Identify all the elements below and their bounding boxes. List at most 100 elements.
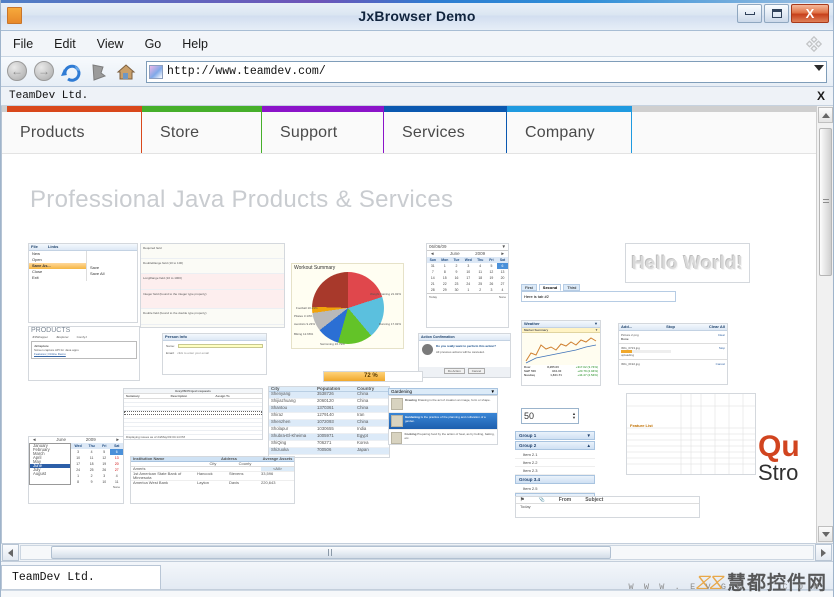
nav-item-support[interactable]: Support xyxy=(262,112,384,153)
spinner-down-icon[interactable]: ▼ xyxy=(572,416,576,420)
months-next-icon[interactable]: ► xyxy=(116,437,120,442)
calendar-date-value[interactable]: 06/06/09 xyxy=(429,244,447,249)
calendar-none-label[interactable]: None xyxy=(499,295,506,299)
address-bar[interactable]: http://www.teamdev.com/ xyxy=(146,60,827,83)
home-button[interactable] xyxy=(115,61,137,83)
accordion-group-2-chevron-icon[interactable]: ▲ xyxy=(587,443,591,448)
richlist-combo-chevron-icon[interactable]: ▼ xyxy=(491,389,495,394)
market-weather-collapse-icon[interactable]: ▼ xyxy=(594,322,598,326)
collage-spinner-screenshot[interactable]: 50 ▲ ▼ xyxy=(521,408,579,424)
collage-issues-screenshot[interactable]: GreyVM Project requests Summary Descript… xyxy=(123,388,263,440)
collage-progress-screenshot[interactable]: 72 % xyxy=(323,371,423,382)
person-email-value[interactable]: click to enter your email xyxy=(177,351,209,355)
calendar-today-label[interactable]: Today xyxy=(429,295,437,299)
issues-col-0[interactable]: Summary xyxy=(126,394,171,398)
accordion-group-2[interactable]: Group 2 ▲ xyxy=(515,441,595,450)
upload-row-1-action[interactable]: Stop xyxy=(719,346,725,357)
dialog-ok-button[interactable]: Do Action xyxy=(443,368,465,374)
chevron-down-icon[interactable] xyxy=(814,64,824,71)
horizontal-scroll-track[interactable] xyxy=(20,545,814,560)
upload-stop-button[interactable]: Stop xyxy=(666,325,675,329)
calendar-prev-icon[interactable]: ◄ xyxy=(430,251,434,256)
collage-hello-screenshot[interactable]: Hello World! xyxy=(625,243,750,283)
collage-person-screenshot[interactable]: Person Info Name: Email: click to enter … xyxy=(162,333,267,375)
menu-item-file[interactable]: File xyxy=(11,35,35,53)
scroll-right-button[interactable] xyxy=(815,544,832,561)
scroll-down-button[interactable] xyxy=(818,526,833,542)
horizontal-scrollbar[interactable] xyxy=(1,543,833,562)
richlist-item-gardening[interactable]: Gardening Is the practice of the plannin… xyxy=(389,413,497,430)
collage-calendar-screenshot[interactable]: 06/06/09 ▼ ◄ June 2009 ► Sun Mon Tue Wed… xyxy=(426,243,509,328)
horizontal-scroll-thumb[interactable] xyxy=(51,546,611,559)
tabs-shot-tab-third[interactable]: Third xyxy=(563,284,581,291)
collage-cities-screenshot[interactable]: City Population Country Shenyang 3538726 C… xyxy=(268,386,390,458)
collage-richlist-screenshot[interactable]: Gardening ▼ Drawing Drawing is the act o… xyxy=(388,388,498,445)
richlist-item-drawing[interactable]: Drawing Drawing is the act of creation a… xyxy=(389,396,497,413)
collage-upload-screenshot[interactable]: Add... Stop Clear All Picture 2.png Done… xyxy=(618,323,728,385)
market-panel-collapse-icon[interactable]: ▼ xyxy=(595,328,598,332)
reload-button[interactable] xyxy=(61,61,83,83)
collage-menu-screenshot[interactable]: File Links New Open Save As... Close Exi… xyxy=(28,243,138,323)
vertical-scrollbar[interactable] xyxy=(816,106,833,543)
accordion-item-22[interactable]: Item 2.2 xyxy=(515,459,595,467)
months-item-7[interactable]: August xyxy=(30,471,70,476)
collage-validation-screenshot[interactable]: Required field DoubleRange field (10 to … xyxy=(140,243,285,328)
collage-matrix-screenshot[interactable]: Feature List xyxy=(626,393,756,475)
accordion-group-1-chevron-icon[interactable]: ▼ xyxy=(587,433,591,438)
upload-add-button[interactable]: Add... xyxy=(621,325,632,329)
nav-item-products[interactable]: Products xyxy=(2,112,142,153)
tabs-shot-tab-first[interactable]: First xyxy=(521,284,537,291)
nav-item-store[interactable]: Store xyxy=(142,112,262,153)
collage-pie-chart-screenshot[interactable]: Workout Summary Football 10.29% Weight t… xyxy=(291,263,404,349)
upload-clear-button[interactable]: Clear All xyxy=(709,325,725,329)
calendar-grid[interactable]: Sun Mon Tue Wed Thu Fri Sat 31 1 2 3 4 5 6 789… xyxy=(427,257,508,293)
minimize-button[interactable] xyxy=(737,4,762,23)
accordion-group-1[interactable]: Group 1 ▼ xyxy=(515,431,595,440)
menu-item-edit[interactable]: Edit xyxy=(52,35,78,53)
scroll-up-button[interactable] xyxy=(818,107,833,123)
nav-item-company[interactable]: Company xyxy=(507,112,632,153)
banks-col-name[interactable]: Institution Name xyxy=(131,457,197,461)
collage-products-screenshot[interactable]: PRODUCTS JNIWrapper JExplorer ComfyJ JxC… xyxy=(28,326,140,381)
spinner-value[interactable]: 50 xyxy=(524,412,534,421)
back-button[interactable]: ← xyxy=(7,60,29,83)
calendar-dropdown-icon[interactable]: ▼ xyxy=(502,244,506,249)
menu-item-help[interactable]: Help xyxy=(180,35,210,53)
person-name-input[interactable] xyxy=(177,344,263,348)
banks-subcol-county[interactable]: County xyxy=(229,462,261,466)
months-calendar-grid[interactable]: Wed Thu Fri Sat 3456 10 11 12 13 17 18 19 20 24 25… xyxy=(71,443,123,485)
banks-col-assets[interactable]: Average Assets xyxy=(261,457,294,461)
upload-row-0-action[interactable]: Clear xyxy=(718,333,725,341)
calendar-next-icon[interactable]: ► xyxy=(501,251,505,256)
url-text[interactable]: http://www.teamdev.com/ xyxy=(167,65,326,78)
tab-teamdev[interactable]: TeamDev Ltd. xyxy=(1,90,88,102)
collage-banks-screenshot[interactable]: Institution Name Address Average Assets … xyxy=(130,456,295,504)
mail-group-today[interactable]: Today xyxy=(516,504,699,510)
mail-col-from[interactable]: From xyxy=(559,498,572,503)
issues-col-2[interactable]: Assign To xyxy=(215,394,260,398)
products-tooltip-links[interactable]: Features | Online Demo xyxy=(34,352,134,356)
mail-col-subject[interactable]: Subject xyxy=(585,498,603,503)
collage-dialog-screenshot[interactable]: Action Confirmation Do you really want t… xyxy=(418,333,511,378)
scroll-left-button[interactable] xyxy=(2,544,19,561)
forward-button[interactable]: → xyxy=(34,60,56,83)
accordion-item-25[interactable]: Item 2.5 xyxy=(515,485,595,493)
menu-item-view[interactable]: View xyxy=(95,35,126,53)
issues-col-1[interactable]: Description xyxy=(171,394,216,398)
accordion-item-21[interactable]: Item 2.1 xyxy=(515,451,595,459)
upload-row-2-action[interactable]: Cancel xyxy=(716,362,725,366)
menu-item-go[interactable]: Go xyxy=(143,35,164,53)
months-none-label[interactable]: None xyxy=(29,485,123,489)
nav-item-services[interactable]: Services xyxy=(384,112,507,153)
months-prev-icon[interactable]: ◄ xyxy=(32,437,36,442)
spinner-stepper[interactable]: ▲ ▼ xyxy=(572,412,576,420)
vertical-scroll-thumb[interactable] xyxy=(819,128,832,276)
accordion-item-23[interactable]: Item 2.3 xyxy=(515,467,595,475)
collage-qu-screenshot[interactable]: Qu Stro xyxy=(758,432,800,485)
maximize-button[interactable] xyxy=(764,4,789,23)
accordion-group-34[interactable]: Group 3.4 xyxy=(515,475,595,484)
tab-close-icon[interactable]: X xyxy=(817,89,825,103)
dialog-cancel-button[interactable]: Cancel xyxy=(467,368,486,374)
collage-months-screenshot[interactable]: ◄ June 2009 ► January February March Apr… xyxy=(28,436,124,504)
collage-accordion-screenshot[interactable]: Group 1 ▼ Group 2 ▲ Item 2.1 Item 2.2 It… xyxy=(515,431,595,503)
